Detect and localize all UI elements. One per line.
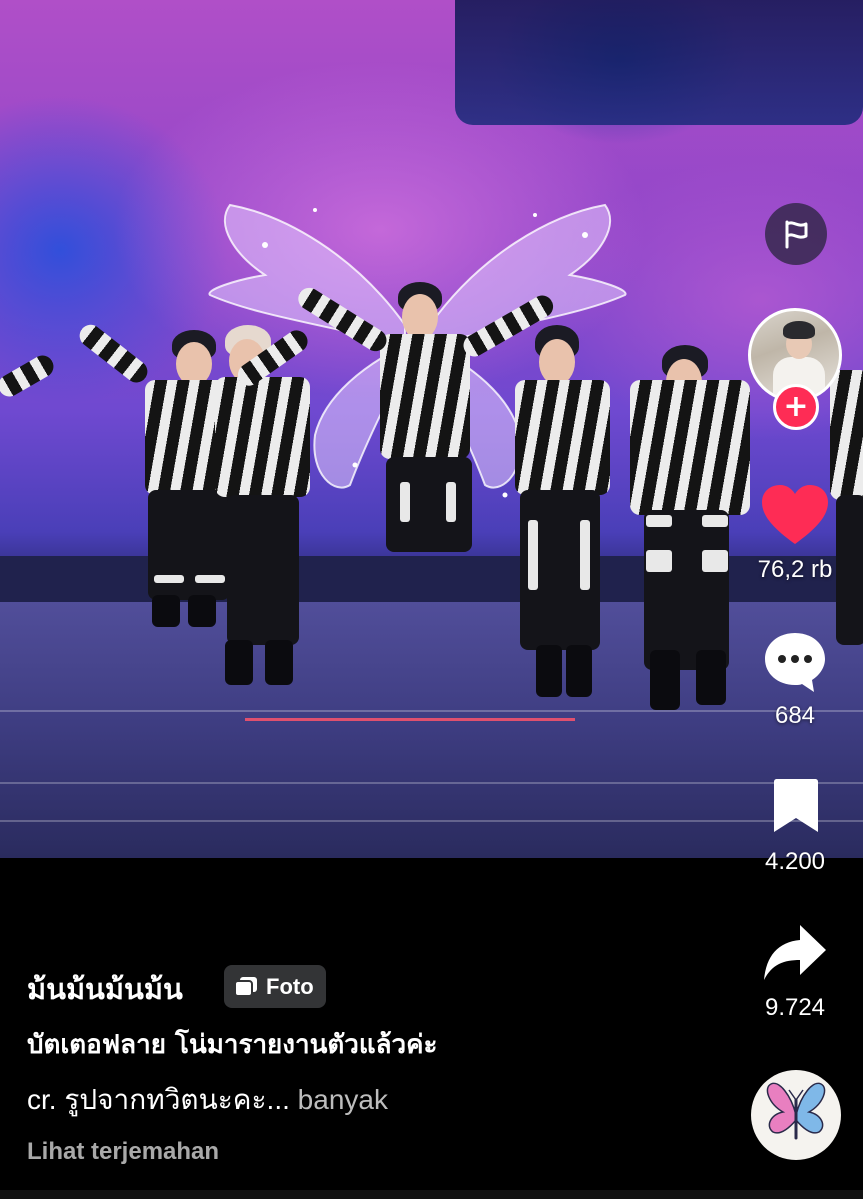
sound-disc[interactable] <box>751 1070 841 1160</box>
bookmark-count: 4.200 <box>764 848 826 875</box>
comment-count: 684 <box>774 702 816 729</box>
stage-floor <box>0 602 863 858</box>
share-icon <box>764 925 826 980</box>
caption-text: cr. รูปจากทวิตนะคะ... <box>27 1084 290 1115</box>
see-translation-link[interactable]: Lihat terjemahan <box>27 1138 219 1166</box>
follow-button[interactable]: + <box>773 384 819 430</box>
dancer-1-arm <box>75 320 152 387</box>
photo-badge: Foto <box>224 965 326 1008</box>
butterfly-icon <box>766 1082 826 1140</box>
see-more-link[interactable]: banyak <box>298 1084 388 1115</box>
bookmark-icon <box>774 779 818 832</box>
bottom-strip <box>0 1190 863 1199</box>
post-photo[interactable] <box>0 0 863 858</box>
comment-button[interactable] <box>762 630 828 694</box>
like-count: 76,2 rb <box>757 556 833 583</box>
stage-edge <box>0 556 863 602</box>
report-button[interactable] <box>765 203 827 265</box>
share-button[interactable] <box>762 922 828 984</box>
caption-description: cr. รูปจากทวิตนะคะ... banyak <box>27 1078 388 1122</box>
photo-badge-label: Foto <box>266 973 314 999</box>
plus-icon: + <box>783 389 809 424</box>
photo-stack-icon <box>234 976 257 997</box>
bookmark-button[interactable] <box>770 778 822 834</box>
creator-username[interactable]: ม้นม้นม้นม้น <box>27 966 183 1012</box>
led-screen <box>455 0 863 125</box>
caption-title: บัตเตอฟลาย โน่มารายงานตัวแล้วค่ะ <box>27 1030 438 1060</box>
share-count: 9.724 <box>764 994 826 1021</box>
comment-icon <box>765 633 825 692</box>
like-button[interactable] <box>760 484 830 548</box>
heart-icon <box>762 485 828 544</box>
flag-icon <box>785 220 808 249</box>
